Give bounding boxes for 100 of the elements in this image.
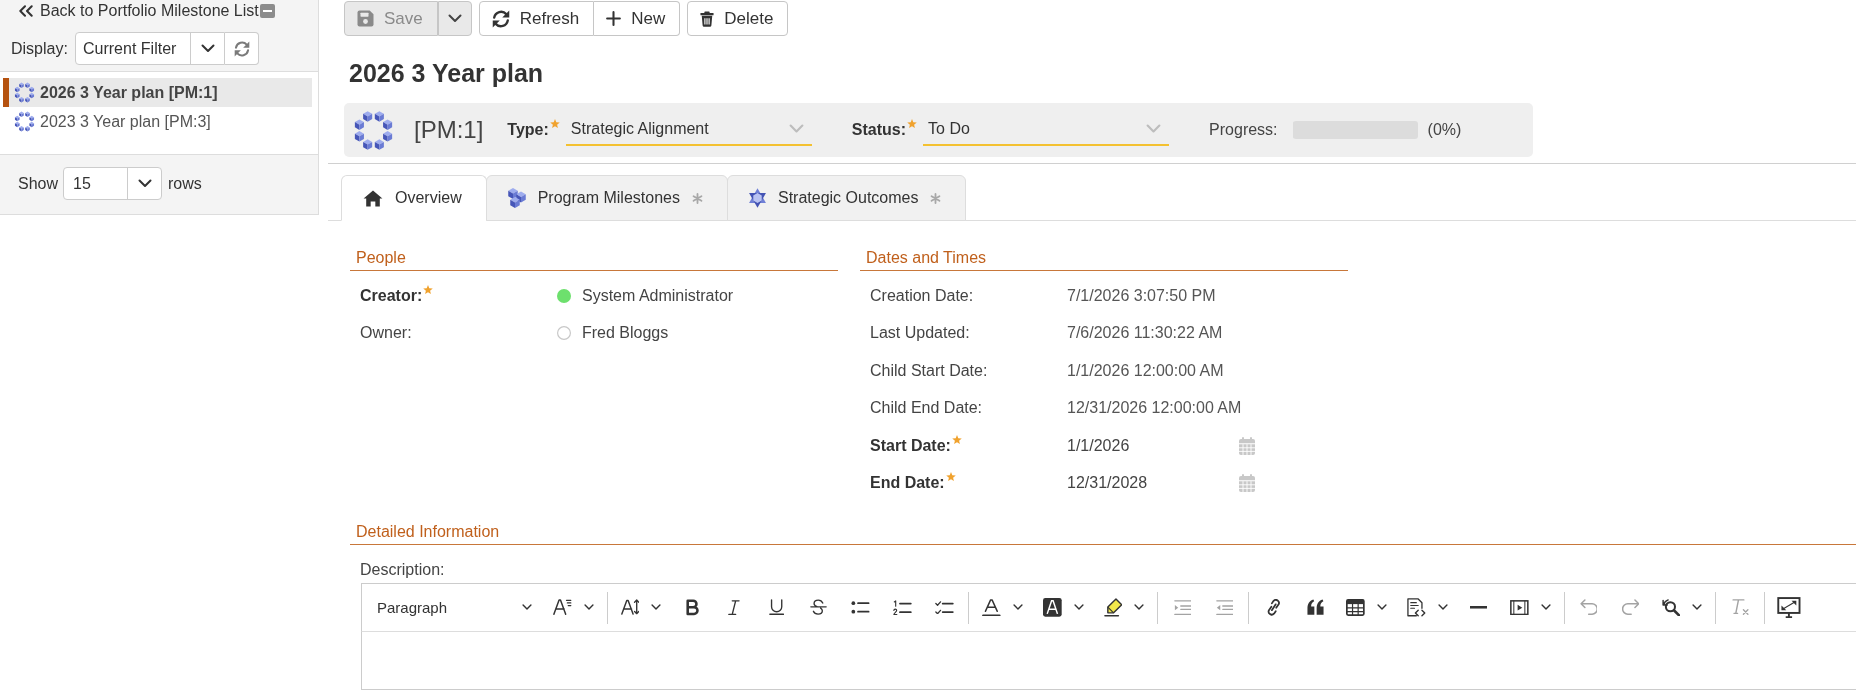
record-title: 2026 3 Year plan [349, 58, 544, 88]
caret-icon [200, 44, 215, 53]
indent-icon [1173, 599, 1192, 616]
link-icon [1266, 599, 1281, 616]
bulleted-list-icon [851, 601, 870, 614]
home-icon [363, 189, 383, 207]
field-label: Child End Date: [870, 399, 983, 418]
select-field[interactable]: Strategic Alignment [565, 114, 812, 146]
cube-ring-icon [353, 109, 394, 151]
record-code: [PM:1] [414, 116, 484, 144]
tab[interactable]: Strategic Outcomes [726, 175, 967, 221]
field-value: 7/6/2026 11:30:22 AM [1067, 324, 1223, 343]
cube-ring-icon [14, 82, 35, 103]
delete-button[interactable]: Delete [687, 1, 789, 36]
font-background-icon [1043, 598, 1062, 617]
tab[interactable]: Program Milestones [485, 175, 728, 221]
font-family-icon [553, 599, 572, 616]
caret-icon [447, 14, 462, 23]
cube-ring-icon [14, 111, 35, 132]
caret-icon [1377, 604, 1388, 611]
back-link[interactable]: Back to Portfolio Milestone List [19, 1, 259, 21]
star-icon [945, 472, 956, 483]
field-label: Owner: [360, 324, 412, 343]
star-icon [907, 119, 918, 129]
date-field[interactable]: 1/1/2026 [1067, 436, 1255, 455]
star-icon [423, 284, 434, 295]
star-icon [951, 434, 962, 445]
redo-icon [1621, 599, 1640, 616]
underline-icon [768, 599, 784, 616]
film-icon [1509, 599, 1529, 616]
table-icon [1346, 599, 1366, 616]
refresh-button[interactable]: Refresh [478, 1, 595, 36]
six-point-star-icon [748, 188, 766, 208]
star-icon [549, 119, 560, 129]
font-color-icon [982, 598, 1002, 617]
page-size-select[interactable]: 15 [63, 167, 163, 200]
field-label: Type: [507, 121, 549, 139]
list-item[interactable]: 2023 3 Year plan [PM:3] [3, 107, 312, 136]
progress-reading: (0%) [1427, 121, 1462, 139]
field-label: Child Start Date: [870, 361, 988, 380]
italic-icon [728, 599, 741, 616]
undo-icon [1579, 599, 1598, 616]
field-label: Creation Date: [870, 286, 974, 305]
refresh-icon [233, 40, 250, 57]
quote-icon [1306, 599, 1324, 616]
highlighter-icon [1103, 598, 1123, 617]
dropdown-button[interactable] [437, 1, 472, 36]
section-heading: Detailed Information [350, 522, 1856, 545]
caret-icon [137, 179, 152, 188]
minus-icon [262, 10, 272, 12]
strikethrough-icon [809, 599, 827, 616]
caret-icon [651, 604, 662, 611]
calendar-icon [1239, 474, 1255, 493]
field-label: Creator: [360, 286, 423, 305]
font-size-icon [620, 599, 640, 616]
refresh-button[interactable] [225, 32, 259, 65]
caret-icon [1013, 604, 1024, 611]
show-label: Show [18, 174, 59, 193]
field-value: 1/1/2026 12:00:00 AM [1067, 361, 1224, 380]
person-name: Fred Bloggs [582, 324, 669, 343]
numbered-list-icon [893, 599, 912, 616]
search-icon [1661, 598, 1681, 617]
person-name: System Administrator [582, 286, 734, 305]
code-document-icon [1407, 598, 1426, 617]
refresh-icon [491, 9, 510, 28]
field-value: 7/1/2026 3:07:50 PM [1067, 286, 1216, 305]
tab[interactable]: Overview [341, 175, 487, 221]
date-field[interactable]: 12/31/2028 [1067, 474, 1255, 493]
field-label: End Date: [870, 474, 945, 493]
cubes-icon [507, 188, 526, 208]
display-label: Display: [11, 39, 69, 58]
caret-icon [788, 124, 804, 134]
bold-icon [686, 599, 699, 616]
clear-format-icon [1731, 599, 1749, 616]
paragraph-dropdown[interactable]: Paragraph [369, 589, 540, 626]
caret-icon [1692, 604, 1703, 611]
rows-label: rows [168, 174, 202, 193]
new-button[interactable]: New [594, 1, 681, 36]
calendar-icon [1239, 436, 1255, 455]
caret-icon [522, 604, 532, 611]
horizontal-line-icon [1470, 606, 1488, 609]
double-chevron-icon [19, 5, 33, 17]
trash-icon [700, 10, 715, 27]
field-label: Description: [360, 560, 445, 580]
caret-icon [1437, 604, 1448, 611]
outdent-icon [1215, 599, 1234, 616]
caret-icon [1540, 604, 1551, 611]
progress-label: Progress: [1209, 121, 1278, 139]
monitor-icon [1777, 596, 1802, 619]
list-item[interactable]: 2026 3 Year plan [PM:1] [3, 78, 312, 107]
display-select[interactable]: Current Filter [75, 32, 225, 65]
select-field[interactable]: To Do [923, 114, 1170, 146]
caret-icon [1146, 124, 1162, 134]
caret-icon [1134, 604, 1145, 611]
field-label: Start Date: [870, 436, 951, 455]
caret-icon [583, 604, 594, 611]
checklist-icon [935, 600, 954, 615]
section-heading: Dates and Times [860, 248, 1348, 271]
collapse-button[interactable] [259, 4, 275, 18]
field-value: 12/31/2026 12:00:00 AM [1067, 399, 1242, 418]
